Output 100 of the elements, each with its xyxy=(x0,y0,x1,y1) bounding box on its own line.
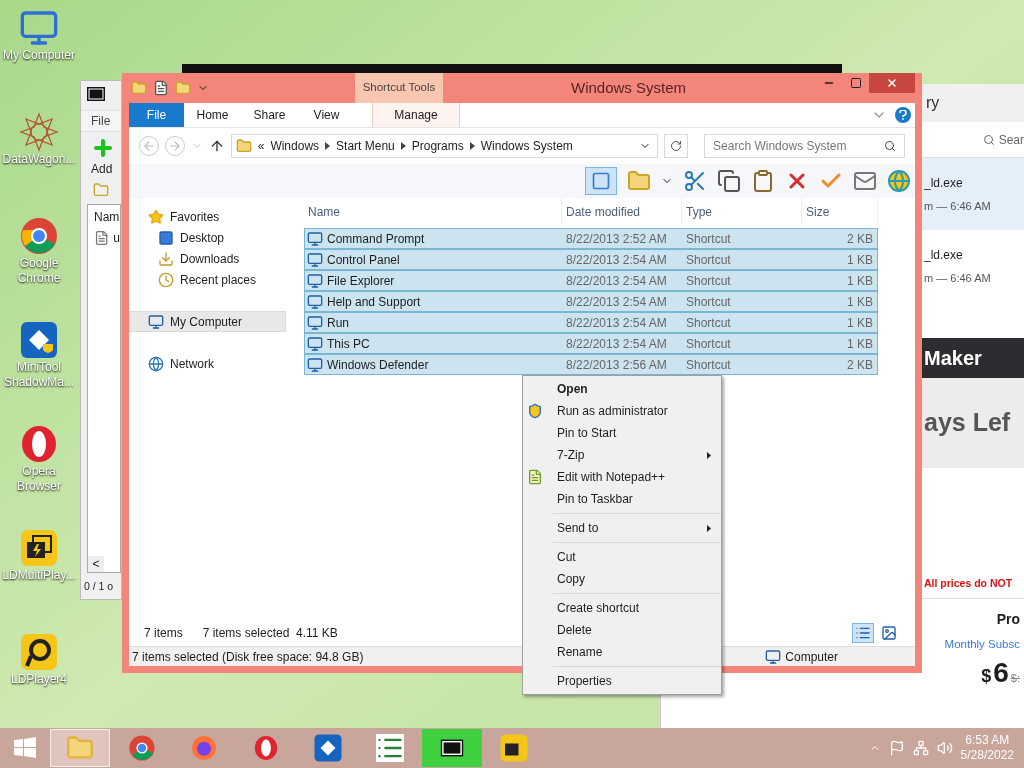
nav-item[interactable]: My Computer xyxy=(129,311,286,332)
menu-item[interactable]: Pin to Start xyxy=(523,422,721,444)
size-cell-text: 2 KB xyxy=(846,356,874,374)
plus-icon xyxy=(91,136,115,160)
menu-item[interactable]: Edit with Notepad++ xyxy=(523,466,721,488)
menu-item[interactable]: Create shortcut xyxy=(523,597,721,619)
arrows-shield-icon xyxy=(19,320,59,360)
flag-icon[interactable] xyxy=(888,740,905,756)
network-icon xyxy=(148,355,164,372)
windows-logo-icon xyxy=(14,737,36,759)
type-cell-text: Shortcut xyxy=(685,272,732,290)
date-cell-text: 8/22/2013 2:54 AM xyxy=(565,251,668,269)
ribbon-tab[interactable]: View xyxy=(298,103,355,127)
breadcrumb-item[interactable]: Programs xyxy=(411,137,464,155)
file-tab[interactable]: File xyxy=(129,103,184,127)
preview-pane-button[interactable] xyxy=(585,167,617,195)
folder-icon[interactable] xyxy=(131,80,147,96)
star-pattern-icon xyxy=(19,112,59,152)
file-row[interactable]: Windows Defender 8/22/2013 2:56 AM Shortcut 2 KB xyxy=(304,354,878,375)
menu-item[interactable]: File xyxy=(81,110,121,132)
download-icon xyxy=(158,250,174,267)
scroll-left-button[interactable]: < xyxy=(88,556,104,572)
status-text: 7 items selected (Disk free space: 94.8 GB) xyxy=(132,648,364,666)
column-header[interactable]: Name xyxy=(304,198,562,225)
menu-item[interactable]: Open xyxy=(523,378,721,400)
shortcut-icon xyxy=(307,356,323,373)
ld-multiplayer-icon xyxy=(499,733,529,763)
paste-icon[interactable] xyxy=(751,169,775,193)
download-item[interactable]: _ld.exe m — 6:46 AM xyxy=(922,158,1024,230)
shortcut-icon xyxy=(307,293,323,310)
globe-icon[interactable] xyxy=(887,169,911,193)
menu-item[interactable]: Delete xyxy=(523,619,721,641)
menu-item[interactable]: Send to xyxy=(523,517,721,539)
breadcrumb-arrow-icon xyxy=(325,142,331,150)
column-header[interactable]: Nam xyxy=(88,205,120,229)
mail-icon[interactable] xyxy=(853,169,877,193)
network-icon[interactable] xyxy=(912,740,929,756)
computer-icon xyxy=(19,8,59,48)
nav-item[interactable]: Desktop xyxy=(129,227,286,248)
address-bar[interactable]: « Windows Start Menu Programs Windows System xyxy=(230,134,659,158)
menu-item[interactable]: Rename xyxy=(523,641,721,663)
menu-item[interactable]: Cut xyxy=(523,546,721,568)
selection-info: 7 items selected 4.11 KB xyxy=(202,625,338,642)
size-cell-text: 2 KB xyxy=(846,230,874,248)
menu-item[interactable]: 7-Zip xyxy=(523,444,721,466)
banner: Maker xyxy=(922,338,1024,378)
menu-item[interactable]: Copy xyxy=(523,568,721,590)
menu-item[interactable]: Run as administrator xyxy=(523,400,721,422)
add-button[interactable]: Add xyxy=(81,136,121,178)
cut-icon[interactable] xyxy=(683,169,707,193)
file-row[interactable]: Help and Support 8/22/2013 2:54 AM Shortcut 1 KB xyxy=(304,291,878,312)
breadcrumb-item[interactable]: Start Menu xyxy=(336,137,395,155)
taskbar-app[interactable] xyxy=(422,729,482,767)
folder-up-icon[interactable] xyxy=(93,182,109,198)
ribbon-tab[interactable]: Manage xyxy=(372,103,460,127)
file-row[interactable]: Command Prompt 8/22/2013 2:52 AM Shortcut 2 KB xyxy=(304,228,878,249)
shortcut-icon xyxy=(307,251,323,268)
nav-item[interactable]: Recent places xyxy=(129,269,286,290)
overflow-chevron[interactable]: « xyxy=(257,137,265,155)
file-name: u xyxy=(113,230,120,247)
shield-icon xyxy=(527,403,543,419)
plan-name: Pro xyxy=(996,610,1020,629)
clock-icon xyxy=(158,271,174,288)
date-cell-text: 8/22/2013 2:56 AM xyxy=(565,356,668,374)
nav-item[interactable]: Downloads xyxy=(129,248,286,269)
copy-icon[interactable] xyxy=(717,169,741,193)
properties-icon[interactable] xyxy=(153,80,169,96)
file-row[interactable]: Control Panel 8/22/2013 2:54 AM Shortcut 1 KB xyxy=(304,249,878,270)
old-price: $: xyxy=(1010,671,1020,687)
folder-options-icon[interactable] xyxy=(627,169,651,193)
search-icon xyxy=(884,140,896,152)
ribbon-tab[interactable]: Share xyxy=(241,103,298,127)
breadcrumb-item[interactable]: Windows System xyxy=(480,137,573,155)
file-row[interactable]: This PC 8/22/2013 2:54 AM Shortcut 1 KB xyxy=(304,333,878,354)
new-folder-icon[interactable] xyxy=(175,80,191,96)
file-row[interactable]: Run 8/22/2013 2:54 AM Shortcut 1 KB xyxy=(304,312,878,333)
column-header[interactable]: Size xyxy=(802,198,878,225)
folder-icon xyxy=(235,138,252,154)
date-cell-text: 8/22/2013 2:52 AM xyxy=(565,230,668,248)
menu-item[interactable]: Pin to Taskbar xyxy=(523,488,721,510)
search-field[interactable]: Search Windows System xyxy=(704,134,905,158)
context-tab-header: Shortcut Tools xyxy=(355,73,443,103)
billing-link[interactable]: Monthly Subsc xyxy=(944,636,1020,654)
file-row[interactable]: File Explorer 8/22/2013 2:54 AM Shortcut 1 KB xyxy=(304,270,878,291)
file-name: Windows Defender xyxy=(327,356,429,374)
refresh-button[interactable] xyxy=(664,134,689,158)
item-count: 7 items xyxy=(144,625,183,642)
nav-item[interactable]: Network xyxy=(129,353,286,374)
column-header[interactable]: Type xyxy=(682,198,802,225)
speaker-icon[interactable] xyxy=(936,740,953,756)
menu-item[interactable]: Properties xyxy=(523,670,721,692)
submenu-arrow-icon xyxy=(707,451,711,459)
search-field[interactable]: Sear xyxy=(998,130,1024,149)
column-header[interactable]: Date modified xyxy=(562,198,682,225)
breadcrumb-item[interactable]: Windows xyxy=(270,137,320,155)
ribbon-tab[interactable]: Home xyxy=(184,103,241,127)
opera-icon xyxy=(19,424,59,464)
details-view-button[interactable] xyxy=(852,623,874,643)
help-icon[interactable] xyxy=(895,107,911,123)
nav-item[interactable]: Favorites xyxy=(129,206,286,227)
